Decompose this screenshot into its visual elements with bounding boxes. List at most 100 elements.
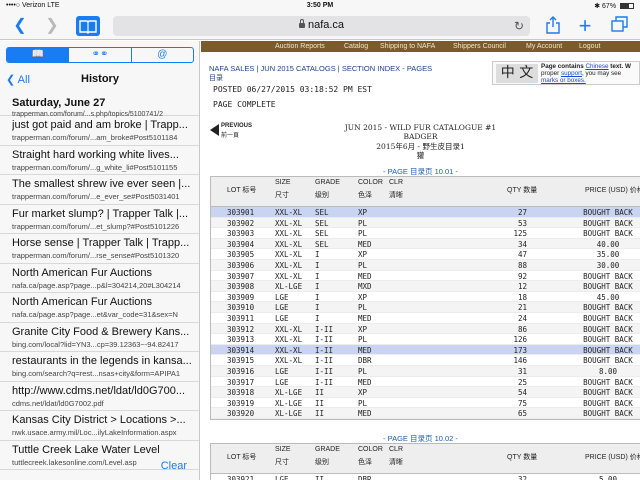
- table-row[interactable]: 303908 XL-LGE I MXD 12 BOUGHT BACK: [211, 281, 640, 292]
- cell-size: XXL-XL: [275, 208, 303, 217]
- table-row[interactable]: 303916 LGE I-II PL 31 8.00: [211, 365, 640, 377]
- history-item[interactable]: North American Fur Auctions nafa.ca/page.…: [0, 264, 199, 293]
- chevron-left-icon: ❮: [6, 74, 18, 86]
- history-item[interactable]: Fur market slump? | Trapper Talk |... tra…: [0, 205, 199, 234]
- table-row[interactable]: 303903 XXL-XL SEL PL 125 BOUGHT BACK: [211, 228, 640, 239]
- history-item[interactable]: North American Fur Auctions nafa.ca/page.…: [0, 293, 199, 323]
- book-icon: [76, 16, 100, 36]
- cell-qty: 88: [517, 260, 527, 270]
- header-clr-zh: 清晰: [389, 459, 403, 466]
- cell-qty: 18: [517, 292, 527, 302]
- cell-qty: 24: [517, 313, 527, 323]
- table-row[interactable]: 303918 XL-LGE II XP 54 BOUGHT BACK: [211, 387, 640, 398]
- table-row[interactable]: 303912 XXL-XL I-II XP 86 BOUGHT BACK: [211, 323, 640, 335]
- history-item[interactable]: Kansas City District > Locations >... nwk…: [0, 411, 199, 441]
- history-item[interactable]: Granite City Food & Brewery Kans... bing.…: [0, 323, 199, 352]
- top-nav-link[interactable]: My Account: [526, 43, 562, 50]
- top-nav-link[interactable]: Shipping to NAFA: [380, 43, 435, 50]
- table-header: LOT 标号 SIZE 尺寸 GRADE 级别 COLOR 色泽 CLR 清晰 …: [211, 444, 640, 474]
- chinese-link[interactable]: Chinese: [585, 63, 608, 70]
- table-row[interactable]: 303915 XXL-XL I-II DBR 146 BOUGHT BACK: [211, 355, 640, 366]
- address-bar[interactable]: nafa.ca ↻: [113, 16, 530, 36]
- table-row[interactable]: 303909 LGE I XP 18 45.00: [211, 292, 640, 303]
- cell-grade: I-II: [315, 324, 334, 334]
- reload-icon[interactable]: ↻: [514, 19, 524, 33]
- history-item[interactable]: just got paid and am broke | Trapp... tra…: [0, 116, 199, 146]
- table-row[interactable]: 303905 XXL-XL I XP 47 35.00: [211, 249, 640, 260]
- back-icon[interactable]: ❮: [10, 16, 30, 36]
- table-row[interactable]: 303914 XXL-XL I-II MED 173 BOUGHT BACK: [211, 344, 640, 356]
- history-item[interactable]: restaurants in the legends in kansa... bi…: [0, 352, 199, 382]
- top-nav-link[interactable]: Auction Reports: [275, 43, 325, 50]
- new-tab-icon[interactable]: +: [576, 15, 594, 37]
- clock: 3:50 PM: [306, 2, 334, 9]
- cell-color: MED: [358, 271, 372, 281]
- breadcrumb[interactable]: NAFA SALES | JUN 2015 CATALOGS | SECTION…: [209, 64, 432, 73]
- cell-lot: 303920: [227, 409, 255, 419]
- cell-grade: SEL: [315, 239, 329, 249]
- cell-price: BOUGHT BACK: [583, 398, 633, 408]
- shared-links-tab[interactable]: @: [130, 48, 193, 62]
- lots-table-2: LOT 标号 SIZE 尺寸 GRADE 级别 COLOR 色泽 CLR 清晰 …: [210, 443, 640, 480]
- cell-color: MXD: [358, 282, 372, 292]
- history-list: Saturday, June 27 trapperman.com/forum/.…: [0, 91, 199, 470]
- bookmarks-tab[interactable]: 📖: [7, 48, 69, 62]
- table-row[interactable]: 303904 XXL-XL SEL MED 34 40.00: [211, 238, 640, 250]
- history-item[interactable]: Horse sense | Trapper Talk | Trapp... tra…: [0, 234, 199, 264]
- day-label: Saturday, June 27: [12, 97, 106, 109]
- catalogue-species-zh: 獾: [416, 151, 425, 160]
- forward-icon[interactable]: ❯: [42, 16, 62, 36]
- battery-icon: [620, 3, 634, 9]
- top-nav-link[interactable]: Logout: [579, 43, 600, 50]
- sidebar-nav: History ❮ All: [0, 69, 199, 91]
- table-row[interactable]: 303913 XXL-XL I-II PL 126 BOUGHT BACK: [211, 334, 640, 345]
- cell-qty: 146: [513, 356, 527, 366]
- history-item-url: trapperman.com/forum/...am_broke#Post510…: [12, 133, 178, 142]
- bookmarks-button[interactable]: [76, 16, 100, 36]
- cell-color: PL: [358, 218, 368, 228]
- cell-lot: 303919: [227, 398, 255, 408]
- top-nav-link[interactable]: Shippers Council: [453, 43, 506, 50]
- cell-size: XXL-XL: [275, 239, 303, 249]
- history-item[interactable]: The smallest shrew ive ever seen |... tra…: [0, 175, 199, 205]
- header-color-zh: 色泽: [358, 459, 372, 466]
- history-item[interactable]: Straight hard working white lives... trap…: [0, 146, 199, 175]
- header-qty: QTY 数量: [507, 187, 538, 194]
- reading-list-tab[interactable]: ⚭⚭: [68, 48, 130, 62]
- table-row[interactable]: 303906 XXL-XL I PL 88 30.00: [211, 259, 640, 271]
- cell-size: XL-LGE: [275, 398, 303, 408]
- lots-table-1: LOT 标号 SIZE 尺寸 GRADE 级别 COLOR 色泽 CLR 清晰 …: [210, 176, 640, 420]
- cell-grade: II: [315, 388, 325, 398]
- clear-history-button[interactable]: Clear: [161, 460, 187, 472]
- cell-price: BOUGHT BACK: [583, 388, 633, 398]
- cell-price: 30.00: [596, 260, 620, 270]
- cell-color: MED: [358, 377, 372, 387]
- table-row[interactable]: 303917 LGE I-II MED 25 BOUGHT BACK: [211, 377, 640, 388]
- table-row[interactable]: 303911 LGE I MED 24 BOUGHT BACK: [211, 313, 640, 324]
- header-size: SIZE: [275, 446, 291, 453]
- table-row[interactable]: 303901 XXL-XL SEL XP 27 BOUGHT BACK: [211, 207, 640, 218]
- support-link[interactable]: support: [561, 70, 582, 77]
- table-row[interactable]: 303910 LGE I PL 21 BOUGHT BACK: [211, 302, 640, 313]
- header-clr-zh: 清晰: [389, 192, 403, 199]
- history-item-title: just got paid and am broke | Trapp...: [12, 119, 188, 131]
- top-nav-link[interactable]: Catalog: [344, 43, 368, 50]
- header-size-zh: 尺寸: [275, 459, 289, 466]
- cell-size: LGE: [275, 475, 289, 480]
- cell-size: XXL-XL: [275, 356, 303, 366]
- cell-size: XXL-XL: [275, 324, 303, 334]
- chinese-label: 中 文: [496, 64, 538, 83]
- share-icon[interactable]: [544, 16, 562, 36]
- table-row[interactable]: 303920 XL-LGE II MED 65 BOUGHT BACK: [211, 408, 640, 419]
- table-row[interactable]: 303902 XXL-XL SEL PL 53 BOUGHT BACK: [211, 217, 640, 229]
- cell-price: 8.00: [598, 366, 618, 376]
- table-row[interactable]: 303921 LGE II DBR 32 5.00: [211, 474, 640, 480]
- tabs-icon[interactable]: [610, 16, 630, 36]
- back-all-button[interactable]: ❮ All: [6, 73, 30, 86]
- notice-line1c: text. W: [608, 63, 631, 70]
- table-row[interactable]: 303907 XXL-XL I MED 92 BOUGHT BACK: [211, 271, 640, 282]
- history-item[interactable]: http://www.cdms.net/ldat/ld0G700... cdms.…: [0, 382, 199, 411]
- cell-color: DBR: [358, 475, 372, 480]
- header-price: PRICE (USD) 价格: [585, 187, 640, 194]
- table-row[interactable]: 303919 XL-LGE II PL 75 BOUGHT BACK: [211, 398, 640, 409]
